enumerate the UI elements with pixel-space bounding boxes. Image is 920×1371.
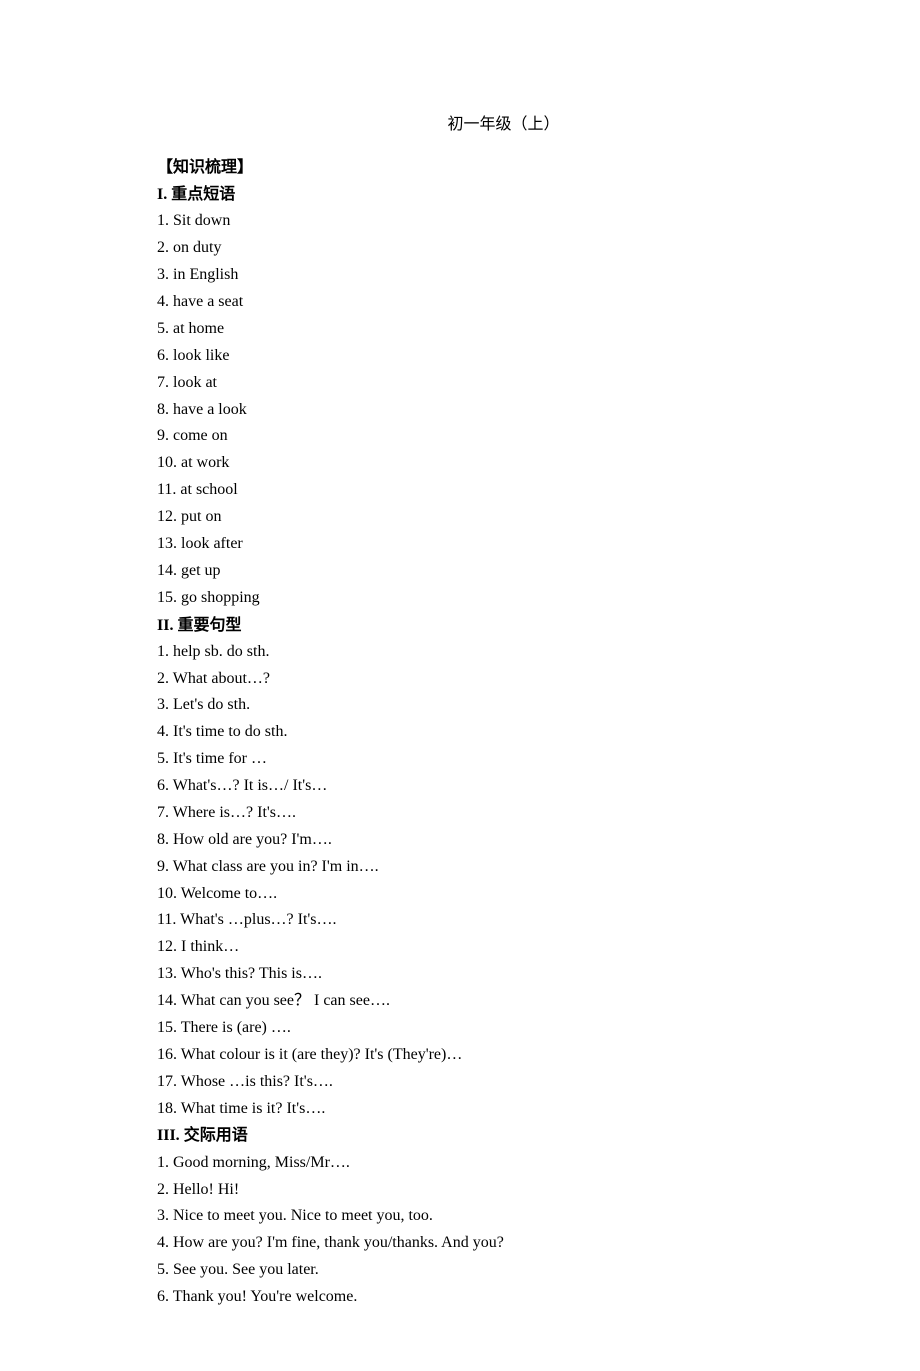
- list-item: 9. What class are you in? I'm in….: [157, 854, 850, 881]
- subsection-label: 重点短语: [171, 186, 235, 203]
- knowledge-section-header: 【知识梳理】: [157, 154, 850, 181]
- list-item: 17. Whose …is this? It's….: [157, 1069, 850, 1096]
- list-item: 5. It's time for …: [157, 746, 850, 773]
- list-item: 14. What can you see？ I can see….: [157, 988, 850, 1015]
- list-item: 1. Good morning, Miss/Mr….: [157, 1150, 850, 1177]
- list-item: 11. at school: [157, 477, 850, 504]
- list-item: 7. look at: [157, 370, 850, 397]
- roman-numeral: III.: [157, 1127, 180, 1144]
- roman-numeral: II.: [157, 617, 173, 634]
- list-item: 8. How old are you? I'm….: [157, 827, 850, 854]
- list-item: 12. I think…: [157, 934, 850, 961]
- list-item: 2. What about…?: [157, 666, 850, 693]
- list-item: 12. put on: [157, 504, 850, 531]
- page-title: 初一年级（上）: [157, 110, 850, 134]
- list-item: 6. Thank you! You're welcome.: [157, 1284, 850, 1311]
- list-item: 6. What's…? It is…/ It's…: [157, 773, 850, 800]
- list-item: 4. have a seat: [157, 289, 850, 316]
- list-item: 1. Sit down: [157, 208, 850, 235]
- list-item: 2. on duty: [157, 235, 850, 262]
- list-item: 1. help sb. do sth.: [157, 639, 850, 666]
- list-item: 11. What's …plus…? It's….: [157, 907, 850, 934]
- list-item: 8. have a look: [157, 397, 850, 424]
- subsection-header-1: I. 重点短语: [157, 181, 850, 208]
- list-item: 6. look like: [157, 343, 850, 370]
- list-item: 14. get up: [157, 558, 850, 585]
- list-item: 13. Who's this? This is….: [157, 961, 850, 988]
- list-item: 3. Nice to meet you. Nice to meet you, t…: [157, 1203, 850, 1230]
- list-item: 16. What colour is it (are they)? It's (…: [157, 1042, 850, 1069]
- list-item: 10. at work: [157, 450, 850, 477]
- list-item: 13. look after: [157, 531, 850, 558]
- list-item: 3. Let's do sth.: [157, 692, 850, 719]
- list-item: 15. There is (are) ….: [157, 1015, 850, 1042]
- list-item: 5. at home: [157, 316, 850, 343]
- list-item: 7. Where is…? It's….: [157, 800, 850, 827]
- list-item: 10. Welcome to….: [157, 881, 850, 908]
- list-item: 5. See you. See you later.: [157, 1257, 850, 1284]
- roman-numeral: I.: [157, 186, 167, 203]
- subsection-label: 交际用语: [184, 1127, 248, 1144]
- subsection-label: 重要句型: [177, 617, 241, 634]
- list-item: 4. How are you? I'm fine, thank you/than…: [157, 1230, 850, 1257]
- list-item: 3. in English: [157, 262, 850, 289]
- list-item: 15. go shopping: [157, 585, 850, 612]
- list-item: 9. come on: [157, 423, 850, 450]
- list-item: 4. It's time to do sth.: [157, 719, 850, 746]
- list-item: 18. What time is it? It's….: [157, 1096, 850, 1123]
- subsection-header-3: III. 交际用语: [157, 1122, 850, 1149]
- list-item: 2. Hello! Hi!: [157, 1177, 850, 1204]
- document-page: 初一年级（上） 【知识梳理】 I. 重点短语 1. Sit down 2. on…: [0, 0, 920, 1371]
- subsection-header-2: II. 重要句型: [157, 612, 850, 639]
